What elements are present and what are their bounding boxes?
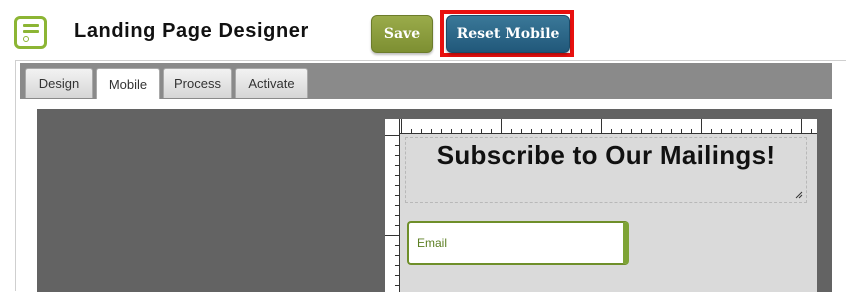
resize-grip-icon[interactable] [795, 191, 803, 199]
ruler-tick [395, 255, 399, 256]
ruler-tick [431, 129, 432, 133]
app-menu-icon[interactable] [14, 16, 47, 49]
ruler-tick [395, 225, 399, 226]
page-title: Landing Page Designer [74, 20, 309, 42]
ruler-tick [385, 235, 399, 236]
ruler-tick [771, 129, 772, 133]
ruler-tick [411, 129, 412, 133]
save-button[interactable]: Save [371, 15, 433, 53]
ruler-tick [581, 129, 582, 133]
ruler-tick [611, 129, 612, 133]
ruler-tick [791, 129, 792, 133]
ruler-tick [395, 205, 399, 206]
ruler-tick [561, 129, 562, 133]
ruler-tick [521, 129, 522, 133]
horizontal-ruler [385, 119, 817, 134]
ruler-tick [681, 129, 682, 133]
ruler-tick [601, 119, 602, 133]
tab-mobile[interactable]: Mobile [96, 68, 160, 99]
ruler-tick [395, 185, 399, 186]
vertical-ruler [385, 119, 400, 292]
headline-block[interactable]: Subscribe to Our Mailings! [405, 137, 807, 203]
ruler-tick [551, 129, 552, 133]
ruler-tick [395, 165, 399, 166]
ruler-tick [721, 129, 722, 133]
tab-process[interactable]: Process [163, 68, 232, 98]
ruler-tick [531, 129, 532, 133]
ruler-tick [631, 129, 632, 133]
ruler-tick [395, 265, 399, 266]
tab-design[interactable]: Design [25, 68, 93, 98]
ruler-tick [811, 129, 812, 133]
ruler-tick [781, 129, 782, 133]
ruler-tick [571, 129, 572, 133]
ruler-tick [395, 175, 399, 176]
ruler-tick [395, 195, 399, 196]
ruler-tick [481, 129, 482, 133]
ruler-tick [541, 129, 542, 133]
ruler-tick [401, 119, 402, 133]
ruler-tick [801, 119, 802, 133]
tab-bar: Design Mobile Process Activate [20, 63, 832, 99]
ruler-tick [751, 129, 752, 133]
ruler-tick [395, 145, 399, 146]
ruler-tick [761, 129, 762, 133]
email-field[interactable] [407, 221, 629, 265]
headline-text: Subscribe to Our Mailings! [436, 140, 776, 170]
ruler-tick [511, 129, 512, 133]
menu-dot [23, 36, 29, 42]
ruler-tick [395, 275, 399, 276]
design-canvas: Subscribe to Our Mailings! [37, 109, 832, 292]
ruler-tick [395, 285, 399, 286]
ruler-tick [641, 129, 642, 133]
ruler-tick [395, 215, 399, 216]
ruler-tick [711, 129, 712, 133]
designer-frame: Design Mobile Process Activate Subscribe… [15, 60, 846, 292]
ruler-tick [701, 119, 702, 133]
ruler-tick [501, 119, 502, 133]
menu-bar [23, 24, 39, 27]
ruler-tick [651, 129, 652, 133]
ruler-tick [661, 129, 662, 133]
ruler-tick [671, 129, 672, 133]
menu-bar [23, 30, 39, 33]
ruler-tick [395, 245, 399, 246]
ruler-tick [451, 129, 452, 133]
ruler-tick [461, 129, 462, 133]
ruler-tick [591, 129, 592, 133]
mobile-page-preview: Subscribe to Our Mailings! [385, 119, 817, 292]
ruler-tick [441, 129, 442, 133]
ruler-tick [691, 129, 692, 133]
reset-mobile-button[interactable]: Reset Mobile [446, 15, 570, 53]
ruler-tick [421, 129, 422, 133]
ruler-tick [395, 155, 399, 156]
ruler-tick [471, 129, 472, 133]
ruler-tick [741, 129, 742, 133]
ruler-tick [731, 129, 732, 133]
ruler-tick [621, 129, 622, 133]
tab-activate[interactable]: Activate [235, 68, 308, 98]
ruler-tick [385, 135, 399, 136]
ruler-tick [491, 129, 492, 133]
